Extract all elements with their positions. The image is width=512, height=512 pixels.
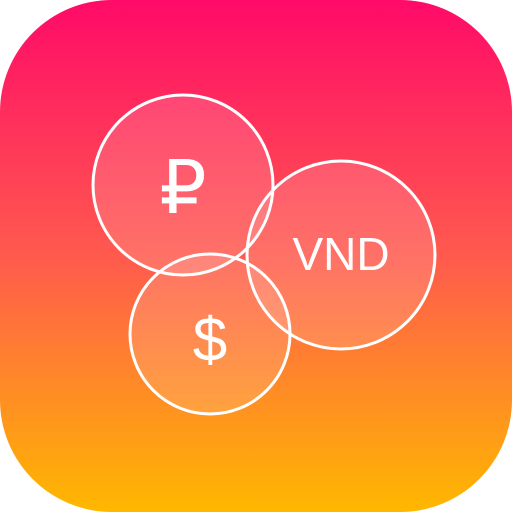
ruble-symbol: ₽ <box>159 146 206 229</box>
currency-app-icon-graphic: ₽ VND $ <box>0 0 512 512</box>
dollar-symbol: $ <box>193 306 227 375</box>
currency-app-icon[interactable]: ₽ VND $ <box>0 0 512 512</box>
vnd-symbol: VND <box>292 228 389 280</box>
